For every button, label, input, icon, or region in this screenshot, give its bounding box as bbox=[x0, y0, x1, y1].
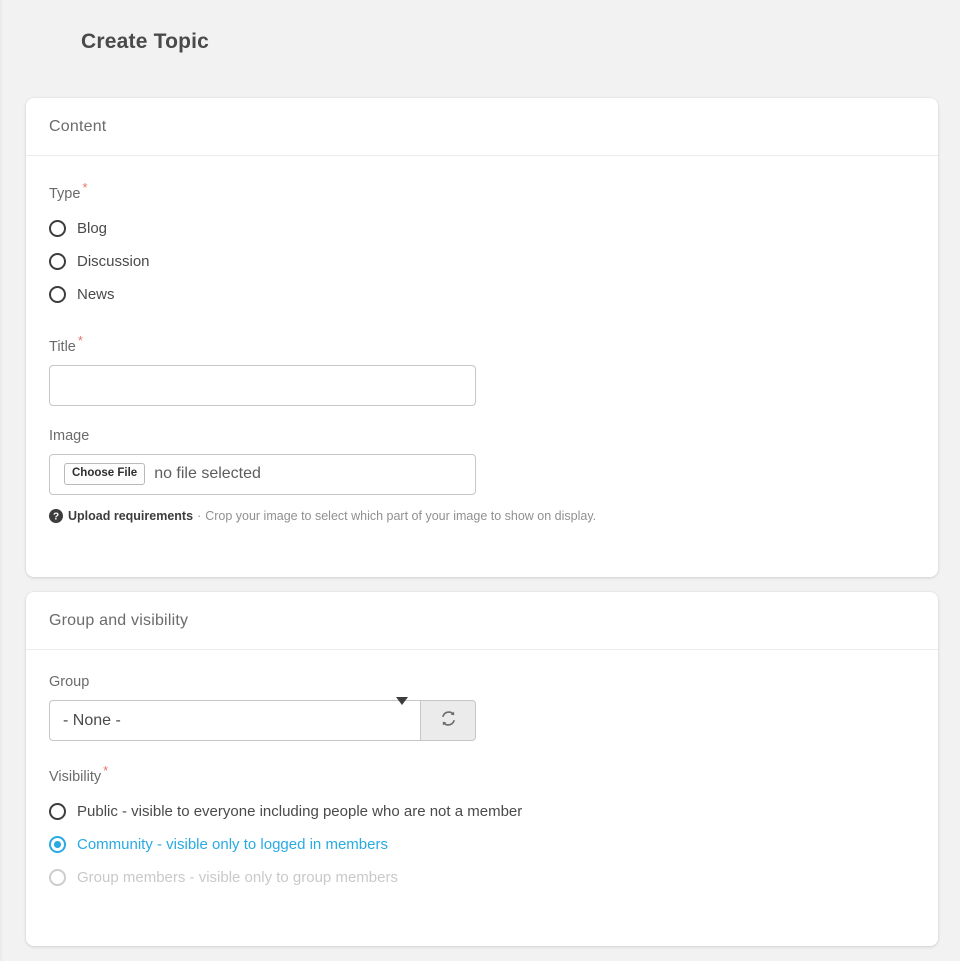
radio-label: Blog bbox=[77, 220, 107, 237]
type-required-marker: * bbox=[82, 180, 87, 195]
chevron-down-icon bbox=[396, 697, 408, 705]
radio-label: News bbox=[77, 286, 115, 303]
image-file-input[interactable]: Choose File no file selected bbox=[49, 454, 476, 495]
help-separator: · bbox=[197, 509, 201, 523]
visibility-field: Visibility* Public - visible to everyone… bbox=[49, 763, 915, 894]
upload-requirements-text: Crop your image to select which part of … bbox=[205, 509, 596, 523]
svg-text:?: ? bbox=[53, 511, 59, 522]
upload-requirements-title[interactable]: Upload requirements bbox=[68, 509, 193, 523]
title-label-text: Title bbox=[49, 339, 76, 355]
title-required-marker: * bbox=[78, 333, 83, 348]
radio-visibility-community[interactable]: Community - visible only to logged in me… bbox=[49, 828, 915, 861]
group-select-value: - None - bbox=[63, 712, 121, 730]
radio-label: Community - visible only to logged in me… bbox=[77, 836, 388, 853]
content-card-title: Content bbox=[49, 118, 106, 136]
group-select[interactable]: - None - bbox=[49, 700, 420, 741]
page-left-edge bbox=[0, 0, 2, 961]
radio-circle-icon bbox=[49, 220, 66, 237]
refresh-groups-button[interactable] bbox=[420, 700, 476, 741]
type-label-text: Type bbox=[49, 186, 80, 202]
radio-label: Group members - visible only to group me… bbox=[77, 869, 398, 886]
visibility-label-text: Visibility bbox=[49, 769, 101, 785]
radio-circle-disabled-icon bbox=[49, 869, 66, 886]
question-mark-circle-icon[interactable]: ? bbox=[49, 509, 63, 523]
radio-circle-icon bbox=[49, 253, 66, 270]
content-card-header: Content bbox=[26, 98, 938, 156]
title-field-label: Title* bbox=[49, 333, 915, 355]
upload-requirements-help: ? Upload requirements · Crop your image … bbox=[49, 509, 915, 523]
title-field: Title* bbox=[49, 333, 915, 406]
choose-file-button[interactable]: Choose File bbox=[64, 463, 145, 485]
type-field: Type* Blog Discussion News bbox=[49, 180, 915, 311]
radio-visibility-group-members: Group members - visible only to group me… bbox=[49, 861, 915, 894]
visibility-field-label: Visibility* bbox=[49, 763, 915, 785]
group-visibility-card-title: Group and visibility bbox=[49, 612, 188, 630]
radio-visibility-public[interactable]: Public - visible to everyone including p… bbox=[49, 795, 915, 828]
image-field: Image Choose File no file selected ? Upl… bbox=[49, 428, 915, 523]
image-field-label: Image bbox=[49, 428, 915, 444]
page-title: Create Topic bbox=[81, 30, 209, 54]
type-field-label: Type* bbox=[49, 180, 915, 202]
refresh-icon bbox=[439, 709, 458, 733]
content-card-body: Type* Blog Discussion News Title* bbox=[26, 156, 938, 523]
radio-label: Public - visible to everyone including p… bbox=[77, 803, 522, 820]
radio-type-blog[interactable]: Blog bbox=[49, 212, 915, 245]
group-select-wrap: - None - bbox=[49, 700, 476, 741]
content-card: Content Type* Blog Discussion News bbox=[26, 98, 938, 577]
radio-label: Discussion bbox=[77, 253, 150, 270]
radio-type-news[interactable]: News bbox=[49, 278, 915, 311]
group-visibility-card-header: Group and visibility bbox=[26, 592, 938, 650]
group-visibility-card-body: Group - None - bbox=[26, 650, 938, 894]
group-field: Group - None - bbox=[49, 674, 915, 741]
title-input[interactable] bbox=[49, 365, 476, 406]
visibility-required-marker: * bbox=[103, 763, 108, 778]
file-status-text: no file selected bbox=[154, 465, 261, 483]
radio-circle-icon bbox=[49, 803, 66, 820]
group-visibility-card: Group and visibility Group - None - bbox=[26, 592, 938, 946]
radio-type-discussion[interactable]: Discussion bbox=[49, 245, 915, 278]
radio-circle-icon bbox=[49, 286, 66, 303]
radio-circle-selected-icon bbox=[49, 836, 66, 853]
group-field-label: Group bbox=[49, 674, 915, 690]
